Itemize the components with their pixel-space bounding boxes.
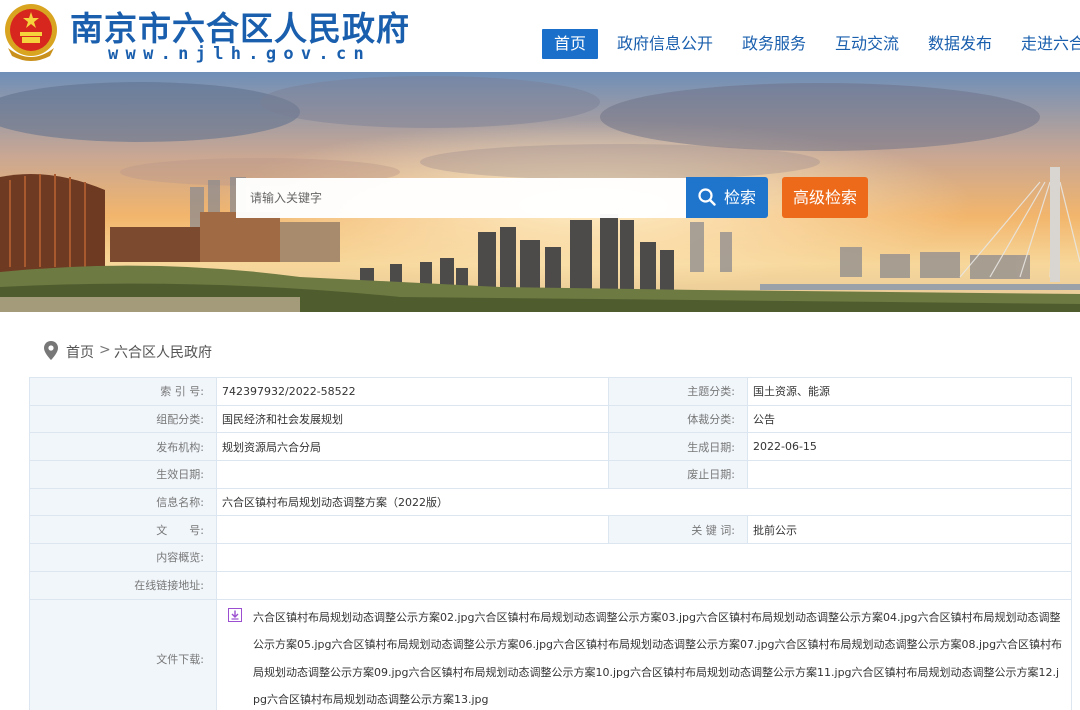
- keywords-value: 批前公示: [747, 515, 1072, 545]
- nav-gov-info[interactable]: 政府信息公开: [617, 29, 713, 59]
- download-icon[interactable]: [228, 607, 242, 622]
- doc-no-value: [216, 515, 609, 545]
- table-row: 索 引 号: 742397932/2022-58522 主题分类: 国土资源、能…: [29, 377, 1072, 406]
- site-domain: www.njlh.gov.cn: [108, 44, 372, 64]
- publisher-label: 发布机构:: [29, 432, 217, 462]
- table-row: 在线链接地址:: [29, 570, 1072, 600]
- online-link-label: 在线链接地址:: [29, 570, 217, 600]
- effective-date-label: 生效日期:: [29, 460, 217, 489]
- index-no-label: 索 引 号:: [29, 377, 217, 406]
- keywords-label: 关 键 词:: [608, 515, 748, 545]
- effective-date-value: [216, 460, 609, 489]
- nav-gov-service[interactable]: 政务服务: [742, 29, 806, 59]
- nav-about-liuhe[interactable]: 走进六合: [1021, 29, 1080, 59]
- national-emblem-icon: [5, 4, 57, 61]
- doc-no-label: 文 号:: [29, 515, 217, 545]
- abolished-date-label: 废止日期:: [608, 460, 748, 489]
- online-link-value: [216, 570, 1072, 600]
- file-download-label: 文件下载:: [29, 598, 217, 710]
- category-value: 国民经济和社会发展规划: [216, 404, 609, 434]
- genre-label: 体裁分类:: [608, 404, 748, 434]
- site-title[interactable]: 南京市六合区人民政府: [70, 2, 410, 50]
- table-row: 文 号: 关 键 词: 批前公示: [29, 515, 1072, 545]
- file-download-links[interactable]: 六合区镇村布局规划动态调整公示方案02.jpg六合区镇村布局规划动态调整公示方案…: [253, 611, 1062, 707]
- search-icon: [698, 188, 716, 206]
- breadcrumb-current[interactable]: 六合区人民政府: [114, 342, 212, 362]
- table-row: 文件下载: 六合区镇村布局规划动态调整公示方案02.jpg六合区镇村布局规划动态…: [29, 598, 1072, 710]
- subject-label: 主题分类:: [608, 377, 748, 406]
- nav-interaction[interactable]: 互动交流: [835, 29, 899, 59]
- genre-value: 公告: [747, 404, 1072, 434]
- summary-value: [216, 543, 1072, 572]
- subject-value: 国土资源、能源: [747, 377, 1072, 406]
- table-row: 组配分类: 国民经济和社会发展规划 体裁分类: 公告: [29, 404, 1072, 434]
- info-name-label: 信息名称:: [29, 487, 217, 517]
- advanced-search-button[interactable]: 高级检索: [782, 177, 868, 218]
- table-row: 生效日期: 废止日期:: [29, 460, 1072, 489]
- document-info-table: 索 引 号: 742397932/2022-58522 主题分类: 国土资源、能…: [29, 377, 1072, 710]
- search-button[interactable]: 检索: [686, 177, 768, 218]
- table-row: 信息名称: 六合区镇村布局规划动态调整方案（2022版）: [29, 487, 1072, 517]
- category-label: 组配分类:: [29, 404, 217, 434]
- created-date-value: 2022-06-15: [747, 432, 1072, 462]
- info-name-value: 六合区镇村布局规划动态调整方案（2022版）: [216, 487, 1072, 517]
- summary-label: 内容概览:: [29, 543, 217, 572]
- site-header: 南京市六合区人民政府 www.njlh.gov.cn 首页 政府信息公开 政务服…: [0, 0, 1080, 72]
- abolished-date-value: [747, 460, 1072, 489]
- table-row: 内容概览:: [29, 543, 1072, 572]
- created-date-label: 生成日期:: [608, 432, 748, 462]
- search-button-label: 检索: [724, 188, 757, 207]
- table-row: 发布机构: 规划资源局六合分局 生成日期: 2022-06-15: [29, 432, 1072, 462]
- breadcrumb-separator: >: [99, 342, 111, 358]
- nav-data-release[interactable]: 数据发布: [928, 29, 992, 59]
- search-input[interactable]: [236, 178, 686, 218]
- nav-home[interactable]: 首页: [542, 29, 599, 59]
- file-download-cell: 六合区镇村布局规划动态调整公示方案02.jpg六合区镇村布局规划动态调整公示方案…: [216, 598, 1072, 710]
- location-pin-icon: [44, 341, 58, 360]
- publisher-value: 规划资源局六合分局: [216, 432, 609, 462]
- index-no-value: 742397932/2022-58522: [216, 377, 609, 406]
- breadcrumb-home[interactable]: 首页: [66, 342, 94, 362]
